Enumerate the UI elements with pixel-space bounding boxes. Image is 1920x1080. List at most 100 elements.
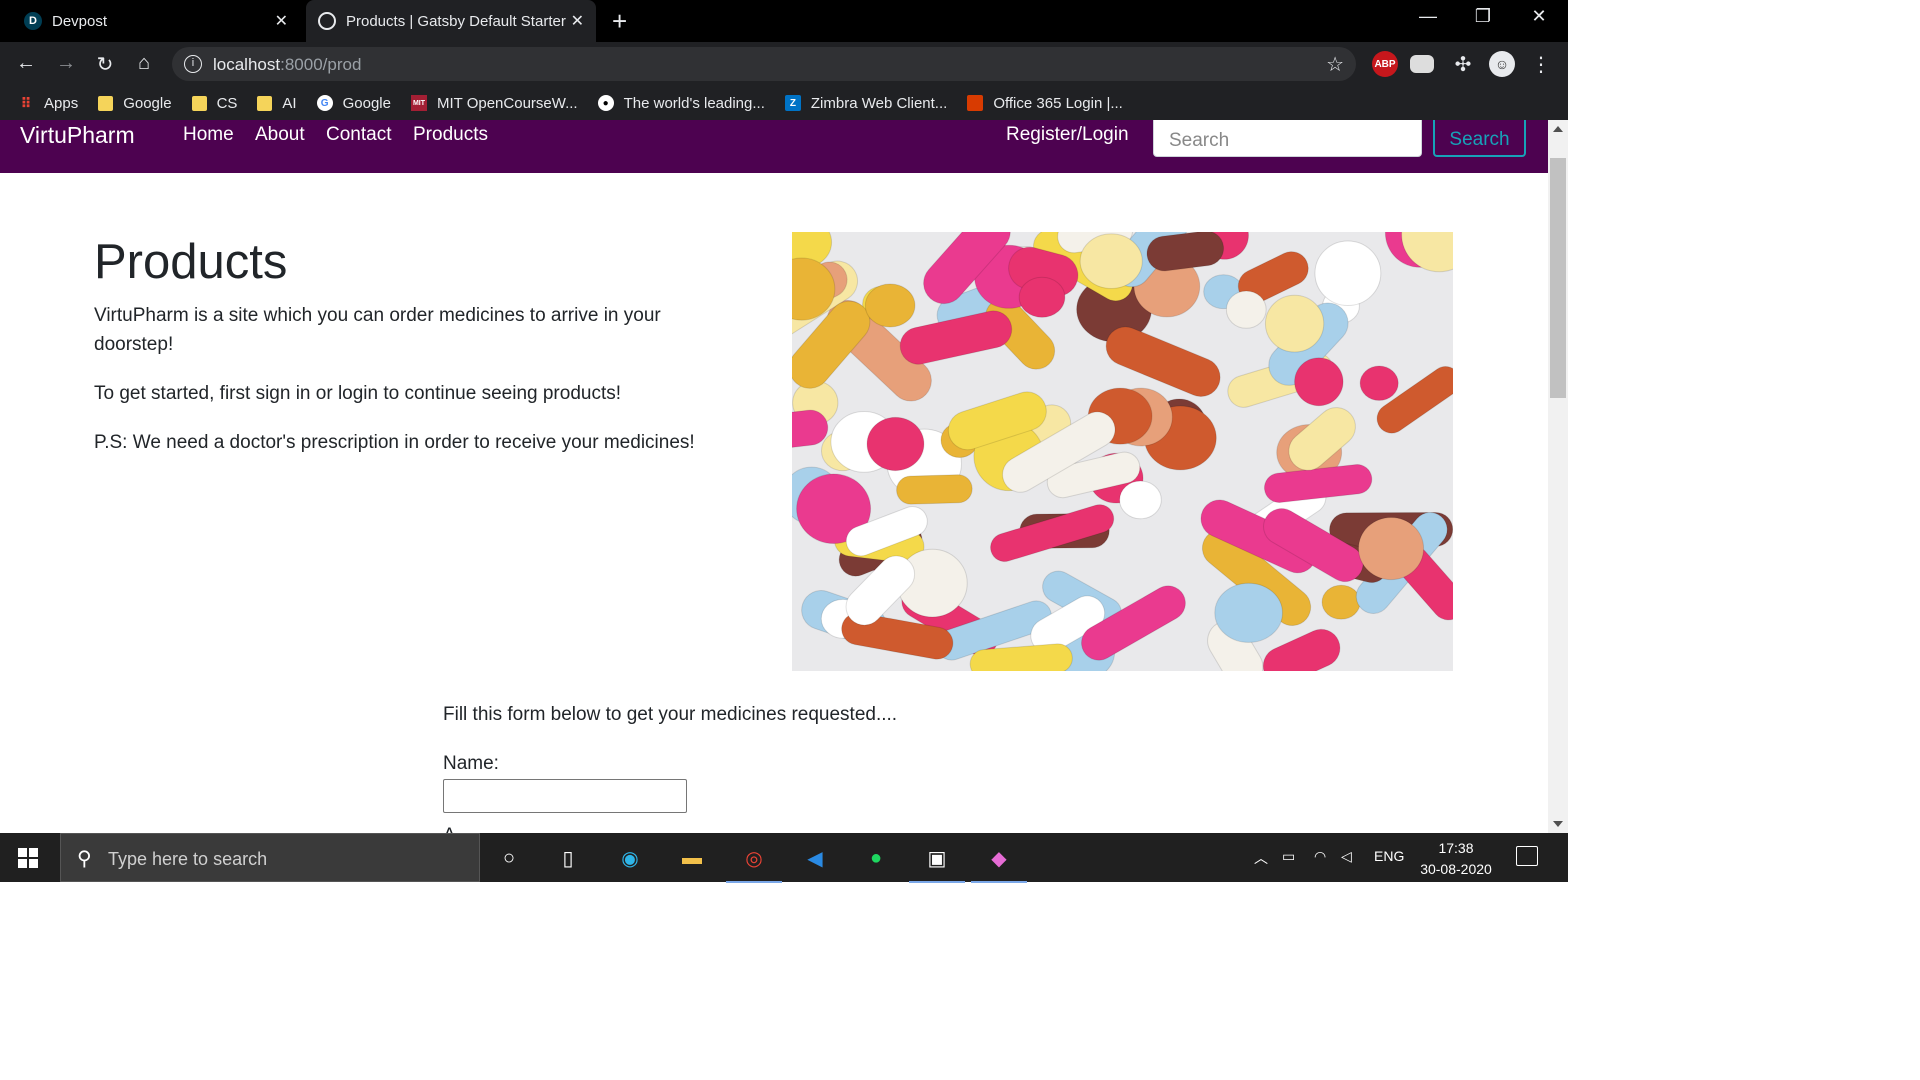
bookmark-office365[interactable]: Office 365 Login |... [967,95,1123,112]
pill-shape [1018,276,1066,318]
cortana-icon[interactable]: ○ [493,842,525,874]
devpost-favicon-icon: D [24,12,42,30]
name-label: Name: [443,753,499,774]
close-tab-icon[interactable]: ✕ [571,11,584,31]
intro-paragraph: VirtuPharm is a site which you can order… [94,305,661,355]
tray-chevron-up-icon[interactable]: ︿ [1254,848,1268,868]
language-indicator[interactable]: ENG [1374,848,1404,864]
site-info-icon[interactable]: i [184,55,202,73]
notifications-icon[interactable] [1516,846,1538,866]
tab-products[interactable]: Products | Gatsby Default Starter ✕ [306,0,596,42]
next-field-label: A [443,825,456,833]
minimize-icon[interactable]: — [1408,6,1448,27]
pill-shape [1146,232,1225,272]
pill-shape [1079,233,1143,290]
pill-shape [1264,294,1325,353]
terminal-icon[interactable]: ▣ [909,842,965,883]
mit-ocw-icon: MIT [410,95,427,111]
bookmark-zimbra[interactable]: Z Zimbra Web Client... [784,95,947,112]
clock-date: 30-08-2020 [1420,861,1492,877]
github-icon: ● [597,95,614,111]
scroll-thumb[interactable] [1550,158,1566,398]
pill-shape [1294,357,1344,407]
pill-shape [896,474,973,505]
url-text[interactable]: localhost:8000/prod [213,55,361,75]
browser-toolbar: ← → ↻ ⌂ i localhost:8000/prod ☆ ABP ✣ ☺ … [0,42,1568,86]
name-input[interactable] [443,779,687,813]
reload-icon[interactable]: ↻ [93,52,117,77]
new-tab-icon[interactable]: + [612,6,627,37]
adblock-plus-icon[interactable]: ABP [1372,51,1398,77]
taskbar-search-box[interactable]: ⚲ Type here to search [60,833,480,882]
zimbra-icon: Z [784,95,801,111]
pill-shape [1214,582,1283,643]
clock-time: 17:38 [1438,840,1474,856]
search-icon: ⚲ [77,848,92,870]
close-window-icon[interactable]: ✕ [1519,6,1559,27]
chrome-icon[interactable]: ◎ [726,842,782,883]
search-input[interactable] [1153,120,1422,157]
vscode-icon[interactable]: ◀ [799,842,831,874]
forward-icon[interactable]: → [54,52,78,75]
nav-home[interactable]: Home [183,124,234,146]
pill-shape [1359,365,1399,401]
office365-icon [967,95,984,111]
address-bar[interactable]: i localhost:8000/prod ☆ [172,47,1356,81]
page-viewport: VirtuPharm Home About Contact Products R… [0,120,1548,833]
pills-illustration [792,232,1453,671]
paint-drop-icon[interactable]: ◆ [971,842,1027,883]
bookmark-apps[interactable]: ⠿ Apps [18,94,79,112]
bookmark-ai-folder[interactable]: AI [257,95,297,112]
windows-start-icon[interactable] [18,848,38,868]
form-intro-text: Fill this form below to get your medicin… [443,704,898,725]
wifi-icon[interactable]: ◠ [1314,848,1326,865]
bookmark-google[interactable]: G Google [316,95,391,112]
pill-shape [1314,240,1382,307]
file-explorer-icon[interactable]: ▬ [676,842,708,874]
back-icon[interactable]: ← [14,52,38,75]
pill-shape [1225,290,1267,329]
clock[interactable]: 17:38 30-08-2020 [1412,838,1500,880]
scroll-up-arrow-icon[interactable] [1553,126,1563,132]
disk-extension-icon[interactable] [1410,55,1434,73]
windows-taskbar: ⚲ Type here to search ○ ▯ ◉ ▬ ◎ ◀ ● ▣ ◆ … [0,833,1568,883]
scroll-down-arrow-icon[interactable] [1553,821,1563,827]
search-button[interactable]: Search [1433,120,1526,157]
bookmark-google-folder[interactable]: Google [98,95,172,112]
bookmark-github[interactable]: ● The world's leading... [597,95,765,112]
pill-shape [1263,464,1373,503]
pill-shape [864,283,916,328]
pill-shape [990,504,1115,563]
page-scrollbar[interactable] [1548,120,1568,833]
browser-tab-strip: D Devpost ✕ Products | Gatsby Default St… [0,0,1568,42]
bookmark-mit-ocw[interactable]: MIT MIT OpenCourseW... [410,95,578,112]
pill-shape [866,416,925,472]
close-tab-icon[interactable]: ✕ [275,11,288,31]
apps-grid-icon: ⠿ [20,94,32,111]
task-view-icon[interactable]: ▯ [552,842,584,874]
nav-about[interactable]: About [255,124,305,146]
spotify-icon[interactable]: ● [860,842,892,874]
tab-title: Devpost [52,12,108,30]
folder-icon [257,95,273,111]
nav-products[interactable]: Products [413,124,488,146]
google-icon: G [316,95,333,111]
brand-logo[interactable]: VirtuPharm [20,122,135,149]
extensions-puzzle-icon[interactable]: ✣ [1451,52,1475,77]
prescription-paragraph: P.S: We need a doctor's prescription in … [94,432,695,453]
tab-devpost[interactable]: D Devpost ✕ [0,0,300,42]
pill-shape [1358,516,1425,581]
restore-icon[interactable]: ❐ [1463,6,1503,27]
edge-icon[interactable]: ◉ [614,842,646,874]
taskbar-search-placeholder: Type here to search [108,849,268,869]
battery-icon[interactable]: ▭ [1282,848,1295,865]
menu-kebab-icon[interactable]: ⋮ [1529,52,1553,77]
bookmark-star-icon[interactable]: ☆ [1326,52,1344,77]
page-title: Products [94,235,288,289]
profile-avatar-icon[interactable]: ☺ [1489,51,1515,77]
volume-icon[interactable]: ◁ [1341,848,1352,865]
nav-contact[interactable]: Contact [326,124,391,146]
home-icon[interactable]: ⌂ [132,52,156,75]
register-login-link[interactable]: Register/Login [1006,124,1129,146]
bookmark-cs-folder[interactable]: CS [191,95,237,112]
